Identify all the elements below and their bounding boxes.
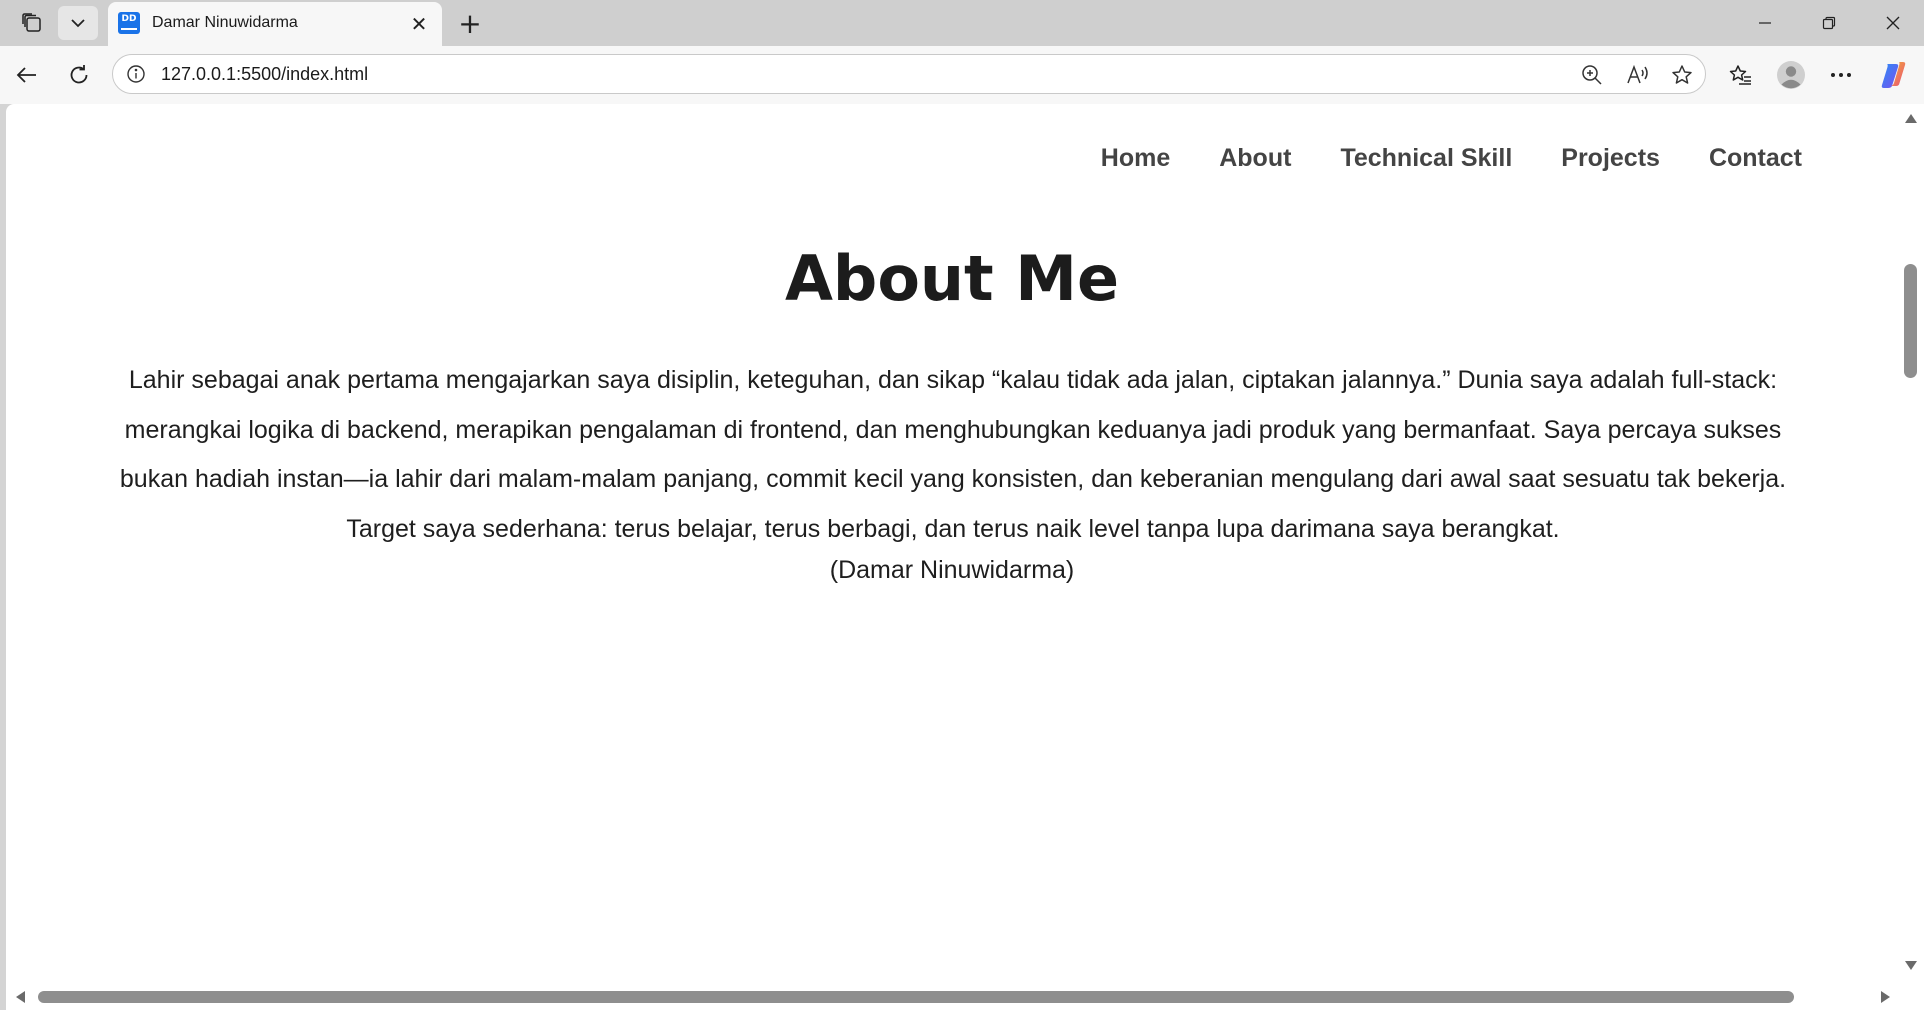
tab-strip: DD Damar Ninuwidarma ✕ + (0, 0, 1924, 46)
nav-projects-link[interactable]: Projects (1561, 144, 1660, 173)
nav-about-link[interactable]: About (1219, 144, 1291, 173)
vertical-scroll-thumb[interactable] (1904, 264, 1917, 378)
scroll-left-arrow-icon[interactable] (16, 991, 25, 1003)
scroll-down-arrow-icon[interactable] (1905, 961, 1917, 970)
info-icon (127, 65, 145, 83)
scroll-up-arrow-icon[interactable] (1905, 114, 1917, 123)
favorites-icon (1729, 65, 1751, 85)
copilot-button[interactable] (1874, 56, 1912, 94)
page-content: Home About Technical Skill Projects Cont… (6, 104, 1898, 984)
scrollbar-corner (1898, 984, 1924, 1010)
about-paragraph: Lahir sebagai anak pertama mengajarkan s… (119, 366, 1787, 543)
site-nav: Home About Technical Skill Projects Cont… (1052, 144, 1802, 173)
star-icon (1672, 65, 1692, 84)
close-icon: ✕ (410, 12, 428, 36)
horizontal-scroll-thumb[interactable] (38, 991, 1794, 1003)
read-aloud-button[interactable] (1625, 62, 1651, 88)
zoom-button[interactable] (1579, 62, 1605, 88)
profile-avatar-icon (1777, 61, 1805, 89)
back-arrow-icon (16, 67, 36, 83)
tab-title: Damar Ninuwidarma (152, 14, 298, 31)
plus-icon: + (458, 6, 482, 40)
favicon-text: DD (121, 14, 137, 24)
new-tab-button[interactable]: + (452, 6, 488, 40)
about-signature: (Damar Ninuwidarma) (829, 556, 1075, 584)
site-info-button[interactable] (125, 63, 147, 85)
url-text[interactable]: 127.0.0.1:5500/index.html (161, 64, 368, 85)
workspaces-button[interactable] (12, 6, 52, 40)
address-bar[interactable]: 127.0.0.1:5500/index.html (112, 54, 1706, 94)
more-options-icon (1831, 73, 1851, 77)
browser-toolbar: 127.0.0.1:5500/index.html (0, 46, 1924, 104)
tab-list-button[interactable] (58, 6, 98, 40)
close-window-icon (1886, 16, 1900, 30)
reload-icon (70, 65, 88, 84)
about-heading: About Me (784, 242, 1120, 315)
chevron-down-icon (71, 19, 85, 28)
tab-active[interactable]: DD Damar Ninuwidarma ✕ (108, 2, 442, 46)
nav-home-link[interactable]: Home (1101, 144, 1170, 173)
restore-icon (1822, 16, 1836, 30)
restore-button[interactable] (1797, 0, 1861, 46)
minimize-icon (1759, 22, 1771, 24)
profile-button[interactable] (1772, 56, 1810, 94)
close-window-button[interactable] (1861, 0, 1924, 46)
copilot-icon (1881, 62, 1906, 88)
add-favorite-button[interactable] (1669, 62, 1695, 88)
back-button[interactable] (8, 56, 46, 94)
more-options-button[interactable] (1822, 56, 1860, 94)
reload-button[interactable] (60, 56, 98, 94)
minimize-button[interactable] (1733, 0, 1797, 46)
horizontal-scrollbar[interactable] (6, 984, 1898, 1010)
scroll-right-arrow-icon[interactable] (1881, 991, 1890, 1003)
site-favicon-icon: DD (118, 12, 140, 34)
zoom-in-icon (1582, 65, 1602, 85)
vertical-scrollbar[interactable] (1898, 104, 1924, 984)
favorites-button[interactable] (1722, 56, 1760, 94)
read-aloud-icon (1627, 64, 1648, 84)
tab-close-button[interactable]: ✕ (406, 11, 432, 37)
browser-window: DD Damar Ninuwidarma ✕ + 127.0.0.1:5500/… (0, 0, 1924, 1010)
nav-technical-skill-link[interactable]: Technical Skill (1340, 144, 1512, 173)
nav-contact-link[interactable]: Contact (1709, 144, 1802, 173)
page-viewport: Home About Technical Skill Projects Cont… (6, 104, 1924, 1010)
workspaces-icon (22, 13, 41, 32)
